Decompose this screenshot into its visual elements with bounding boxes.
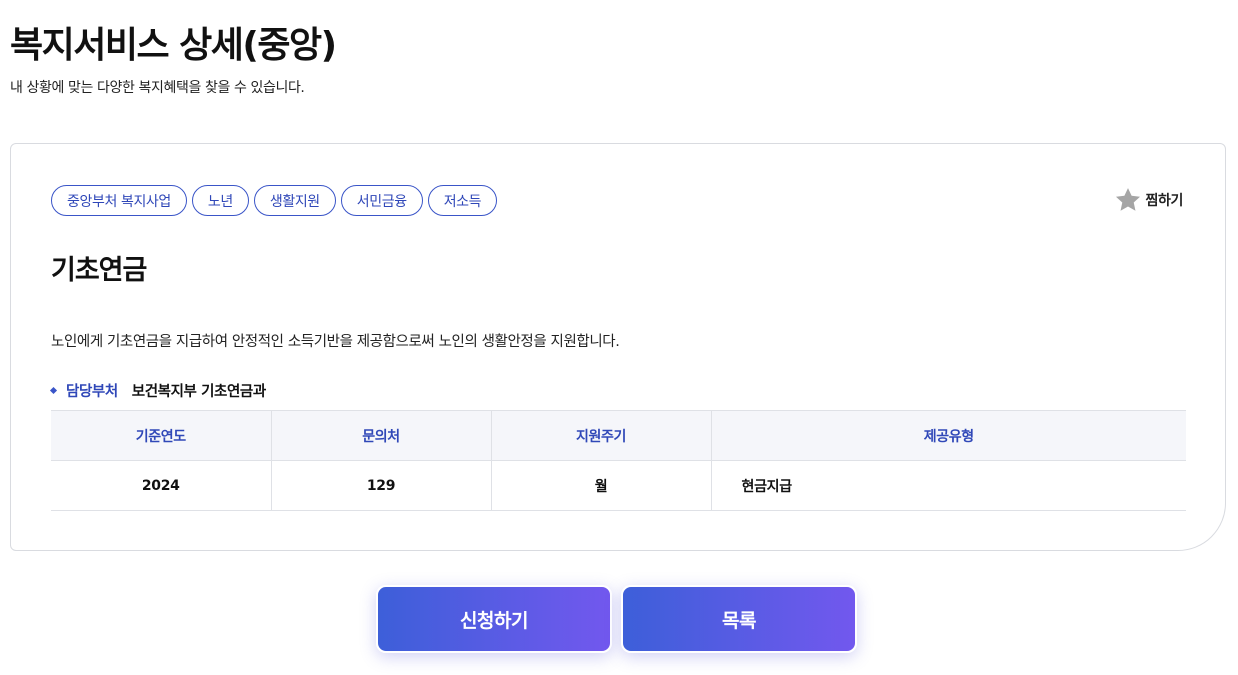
favorite-button[interactable]: 찜하기 bbox=[1114, 186, 1183, 214]
favorite-label: 찜하기 bbox=[1145, 193, 1184, 209]
department-value: 보건복지부 기초연금과 bbox=[131, 384, 266, 400]
cell-provision-type: 현금지급 bbox=[711, 460, 1186, 511]
cell-contact: 129 bbox=[271, 460, 492, 511]
service-description: 노인에게 기초연금을 지급하여 안정적인 소득기반을 제공함으로써 노인의 생활… bbox=[51, 334, 620, 350]
cell-base-year: 2024 bbox=[51, 460, 272, 511]
apply-button[interactable]: 신청하기 bbox=[376, 585, 612, 653]
cell-support-cycle: 월 bbox=[491, 460, 712, 511]
list-button[interactable]: 목록 bbox=[621, 585, 857, 653]
department-label: 담당부처 bbox=[66, 384, 118, 400]
header-support-cycle: 지원주기 bbox=[491, 410, 712, 461]
tag-microfinance[interactable]: 서민금융 bbox=[340, 185, 423, 216]
header-contact: 문의처 bbox=[271, 410, 492, 461]
department-info: 담당부처 보건복지부 기초연금과 bbox=[49, 380, 266, 401]
bullet-icon bbox=[49, 386, 58, 395]
tag-living-support[interactable]: 생활지원 bbox=[253, 185, 336, 216]
service-info-table: 기준연도 문의처 지원주기 제공유형 2024 129 월 현금지급 bbox=[51, 410, 1186, 511]
header-provision-type: 제공유형 bbox=[711, 410, 1186, 461]
header-base-year: 기준연도 bbox=[51, 410, 272, 461]
service-title: 기초연금 bbox=[51, 255, 147, 286]
table-row: 2024 129 월 현금지급 bbox=[51, 460, 1186, 511]
table-header-row: 기준연도 문의처 지원주기 제공유형 bbox=[51, 410, 1186, 461]
tag-central-ministry[interactable]: 중앙부처 복지사업 bbox=[51, 185, 187, 216]
page-title: 복지서비스 상세(중앙) bbox=[10, 25, 337, 66]
page-subtitle: 내 상황에 맞는 다양한 복지혜택을 찾을 수 있습니다. bbox=[10, 80, 305, 96]
tag-elderly[interactable]: 노년 bbox=[191, 185, 249, 216]
tag-low-income[interactable]: 저소득 bbox=[427, 185, 498, 216]
service-detail-card: 중앙부처 복지사업 노년 생활지원 서민금융 저소득 찜하기 기초연금 노인에게… bbox=[10, 143, 1226, 551]
star-icon bbox=[1114, 186, 1142, 214]
tag-list: 중앙부처 복지사업 노년 생활지원 서민금융 저소득 bbox=[51, 185, 498, 216]
